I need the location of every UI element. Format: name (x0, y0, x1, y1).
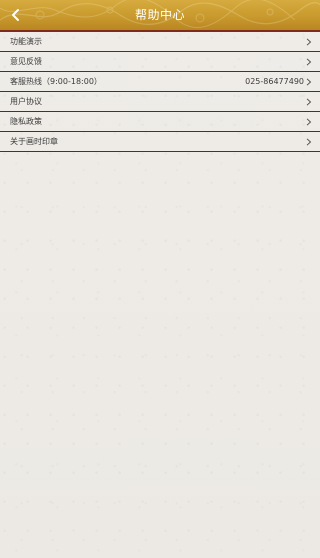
menu-item-feedback[interactable]: 意见反馈 (0, 52, 320, 72)
chevron-right-icon (306, 118, 312, 126)
menu-item-user-agreement[interactable]: 用户协议 (0, 92, 320, 112)
menu-item-about[interactable]: 关于画时印章 (0, 132, 320, 152)
menu-item-privacy-policy[interactable]: 隐私政策 (0, 112, 320, 132)
menu-item-label: 意见反馈 (10, 57, 42, 66)
chevron-right-icon (306, 58, 312, 66)
chevron-right-icon (306, 38, 312, 46)
menu-item-feature-demo[interactable]: 功能演示 (0, 32, 320, 52)
menu-item-label: 隐私政策 (10, 117, 42, 126)
menu-item-hotline[interactable]: 客服热线（9:00-18:00） 025-86477490 (0, 72, 320, 92)
menu-item-label: 客服热线（9:00-18:00） (10, 77, 102, 86)
menu-item-label: 功能演示 (10, 37, 42, 46)
chevron-right-icon (306, 98, 312, 106)
help-menu-list: 功能演示 意见反馈 客服热线（9:00-18:00） 025-86477490 … (0, 32, 320, 152)
app-header: 帮助中心 (0, 0, 320, 32)
chevron-right-icon (306, 138, 312, 146)
menu-item-label: 关于画时印章 (10, 137, 58, 146)
hotline-number: 025-86477490 (245, 77, 304, 86)
menu-item-label: 用户协议 (10, 97, 42, 106)
chevron-right-icon (306, 78, 312, 86)
page-title: 帮助中心 (134, 8, 185, 22)
